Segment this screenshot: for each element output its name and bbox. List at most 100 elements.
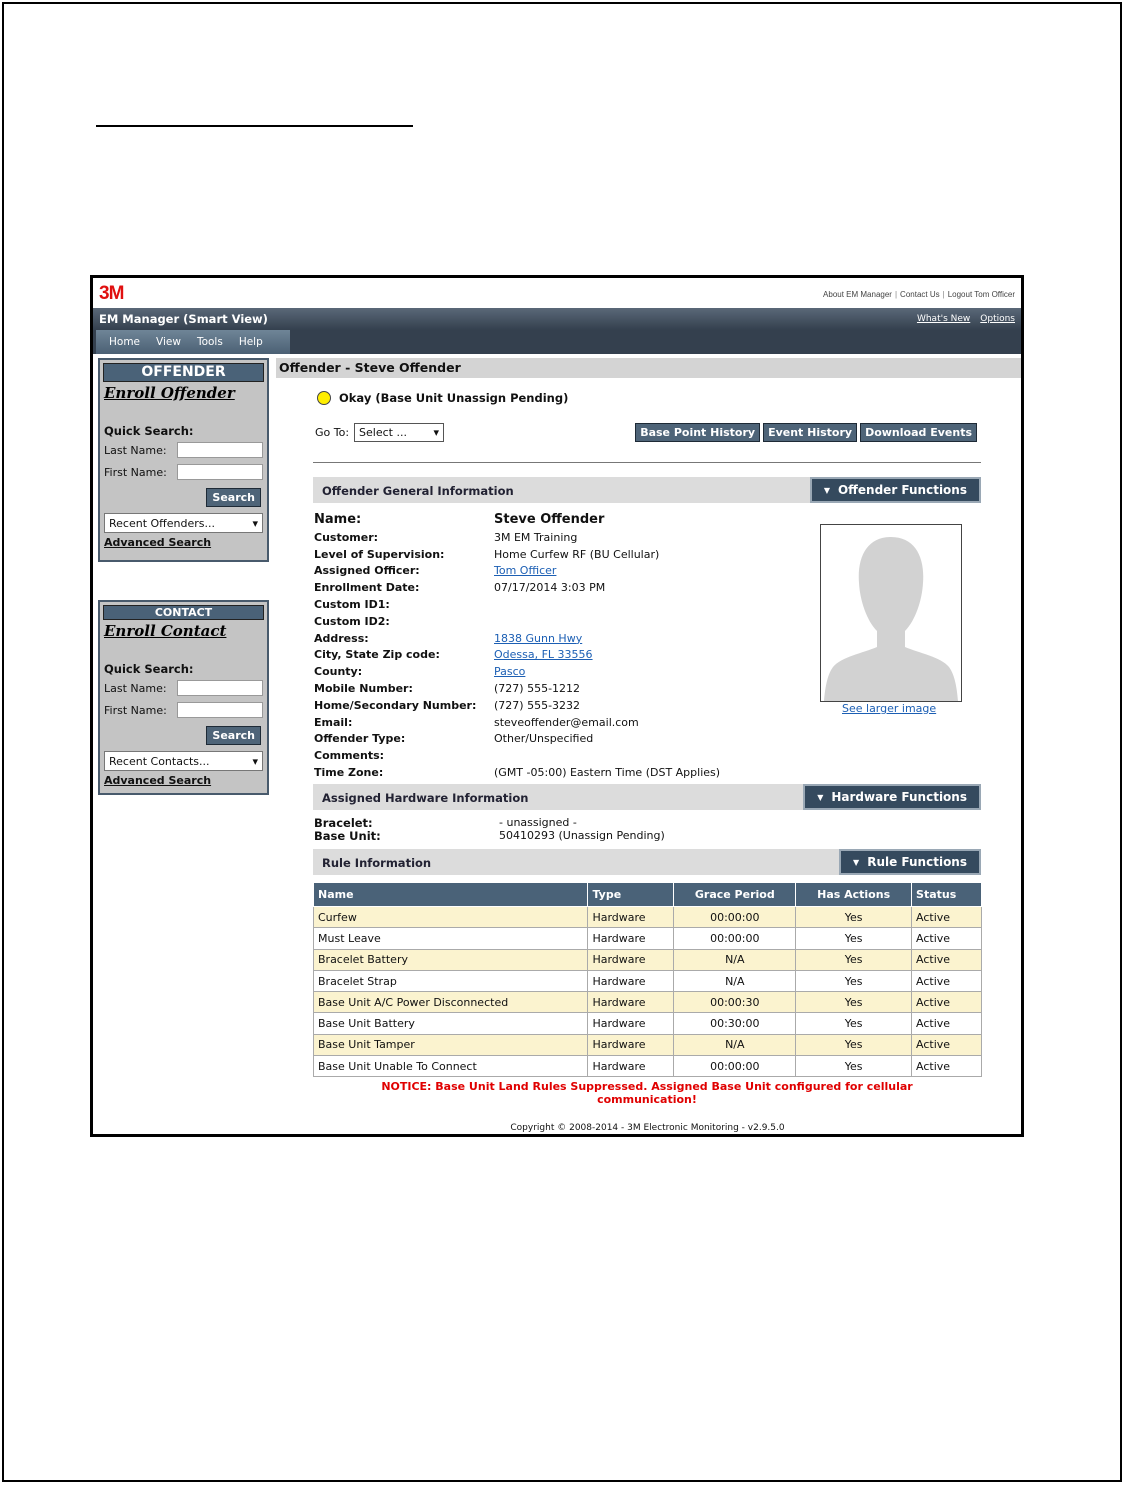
- options-link[interactable]: Options: [980, 314, 1015, 324]
- rule-functions-button[interactable]: ▼ Rule Functions: [839, 849, 981, 875]
- menu-bar: Home View Tools Help: [93, 330, 1021, 354]
- info-label: Offender Type:: [314, 732, 406, 746]
- info-value: 3M EM Training: [494, 530, 578, 544]
- rule-name: Base Unit Battery: [312, 1012, 589, 1035]
- rule-status: Active: [911, 969, 982, 993]
- info-row: City, State Zip code: Odessa, FL 33556: [314, 647, 720, 664]
- recent-contacts-select[interactable]: Recent Contacts... ▾: [104, 751, 263, 771]
- info-value: (GMT -05:00) Eastern Time (DST Applies): [494, 766, 721, 780]
- menu-view[interactable]: View: [148, 330, 189, 354]
- table-row[interactable]: Must Leave Hardware 00:00:00 Yes Active: [312, 927, 982, 950]
- offender-first-name-input[interactable]: [177, 464, 263, 480]
- offender-last-name-input[interactable]: [177, 442, 263, 458]
- rule-actions: Yes: [795, 991, 913, 1014]
- info-label: Base Unit:: [314, 828, 381, 843]
- column-header[interactable]: Has Actions: [795, 882, 913, 907]
- info-row: Level of Supervision: Home Curfew RF (BU …: [314, 546, 720, 563]
- info-value: steveoffender@email.com: [494, 715, 639, 729]
- rule-actions: Yes: [795, 1055, 913, 1078]
- base-unit-value: 50410293 (Unassign Pending): [499, 829, 665, 842]
- rule-type: Hardware: [587, 948, 675, 971]
- recent-offenders-select[interactable]: Recent Offenders... ▾: [104, 513, 263, 533]
- table-row[interactable]: Bracelet Strap Hardware N/A Yes Active: [312, 969, 982, 993]
- menu-help[interactable]: Help: [231, 330, 271, 354]
- menu-tools[interactable]: Tools: [189, 330, 231, 354]
- rule-name: Bracelet Strap: [312, 969, 589, 993]
- info-row: Address: 1838 Gunn Hwy: [314, 630, 720, 647]
- offender-panel-header: OFFENDER: [103, 363, 264, 382]
- city-state-zip-link[interactable]: Odessa, FL 33556: [494, 648, 593, 661]
- column-header[interactable]: Name: [312, 882, 589, 907]
- enroll-contact-link[interactable]: Enroll Contact: [104, 622, 263, 640]
- contact-search-button[interactable]: Search: [206, 726, 261, 745]
- info-label: Custom ID1:: [314, 598, 390, 612]
- goto-value: Select ...: [359, 426, 407, 439]
- info-row: Home/Secondary Number: (727) 555-3232: [314, 697, 720, 714]
- base-point-history-button[interactable]: Base Point History: [635, 423, 761, 442]
- table-row[interactable]: Base Unit Battery Hardware 00:30:00 Yes Acti…: [312, 1012, 982, 1035]
- table-row[interactable]: Base Unit Tamper Hardware N/A Yes Active: [312, 1033, 982, 1057]
- contact-us-link[interactable]: Contact Us: [900, 290, 940, 299]
- whats-new-link[interactable]: What's New: [917, 314, 970, 324]
- about-link[interactable]: About EM Manager: [823, 290, 892, 299]
- info-row-name: Name: Steve Offender: [314, 510, 720, 529]
- contact-panel-header: CONTACT: [103, 605, 264, 620]
- recent-contacts-value: Recent Contacts...: [109, 754, 210, 768]
- offender-search-button[interactable]: Search: [206, 488, 261, 507]
- table-row[interactable]: Bracelet Battery Hardware N/A Yes Active: [312, 948, 982, 971]
- rule-functions-label: Rule Functions: [867, 855, 967, 869]
- last-name-row: Last Name:: [104, 680, 263, 696]
- see-larger-image-link[interactable]: See larger image: [842, 702, 936, 715]
- rule-status: Active: [911, 927, 982, 950]
- rule-grace: N/A: [673, 1033, 797, 1057]
- county-link[interactable]: Pasco: [494, 665, 525, 678]
- rule-grace: N/A: [673, 969, 797, 993]
- download-events-button[interactable]: Download Events: [860, 423, 977, 442]
- info-value: Steve Offender: [494, 512, 605, 527]
- info-label: Comments:: [314, 749, 385, 763]
- address-link[interactable]: 1838 Gunn Hwy: [494, 632, 582, 645]
- table-row[interactable]: Base Unit Unable To Connect Hardware 00:00…: [312, 1055, 982, 1078]
- goto-control: Go To: Select ... ▾: [315, 423, 445, 442]
- offender-photo[interactable]: [820, 524, 962, 702]
- rules-table: Name Type Grace Period Has Actions Statu…: [312, 882, 982, 1078]
- offender-advanced-search-link[interactable]: Advanced Search: [104, 536, 263, 549]
- hardware-functions-button[interactable]: ▼ Hardware Functions: [803, 784, 981, 810]
- goto-select[interactable]: Select ... ▾: [354, 423, 445, 442]
- hardware-info-title: Assigned Hardware Information: [322, 791, 529, 805]
- contact-last-name-input[interactable]: [177, 680, 263, 696]
- quick-search-label: Quick Search:: [104, 662, 194, 676]
- assigned-officer-link[interactable]: Tom Officer: [494, 564, 556, 577]
- offender-functions-button[interactable]: ▼ Offender Functions: [809, 477, 981, 503]
- info-label: Home/Secondary Number:: [314, 698, 477, 712]
- caret-down-icon: ▼: [853, 857, 860, 867]
- enroll-offender-link[interactable]: Enroll Offender: [104, 384, 263, 402]
- copyright-footer: Copyright © 2008-2014 - 3M Electronic Mo…: [510, 1123, 785, 1133]
- table-row[interactable]: Base Unit A/C Power Disconnected Hardware…: [312, 991, 982, 1014]
- divider: [313, 462, 981, 463]
- rule-type: Hardware: [587, 1012, 675, 1035]
- contact-first-name-input[interactable]: [177, 702, 263, 718]
- rule-grace: 00:00:30: [673, 991, 797, 1014]
- menu-home[interactable]: Home: [96, 330, 148, 354]
- column-header[interactable]: Status: [911, 882, 982, 907]
- column-header[interactable]: Type: [587, 882, 675, 907]
- status-dot-icon: [317, 391, 331, 405]
- event-history-button[interactable]: Event History: [763, 423, 858, 442]
- logout-link[interactable]: Logout Tom Officer: [948, 290, 1015, 299]
- table-row[interactable]: Curfew Hardware 00:00:00 Yes Active: [312, 905, 982, 929]
- contact-advanced-search-link[interactable]: Advanced Search: [104, 774, 263, 787]
- rule-grace: N/A: [673, 948, 797, 971]
- status-indicator: Okay (Base Unit Unassign Pending): [317, 391, 568, 405]
- info-row: Custom ID2:: [314, 613, 720, 630]
- status-text: Okay (Base Unit Unassign Pending): [339, 391, 569, 405]
- caret-down-icon: ▼: [817, 792, 824, 802]
- info-row: Mobile Number: (727) 555-1212: [314, 680, 720, 697]
- column-header[interactable]: Grace Period: [673, 882, 797, 907]
- menu-group: Home View Tools Help: [96, 330, 290, 354]
- page-title: Offender - Steve Offender: [276, 358, 1021, 378]
- offender-panel: OFFENDER Enroll Offender Quick Search: L…: [98, 358, 269, 562]
- rule-actions: Yes: [795, 1012, 913, 1035]
- info-label: Bracelet:: [314, 815, 373, 830]
- info-label: City, State Zip code:: [314, 648, 440, 662]
